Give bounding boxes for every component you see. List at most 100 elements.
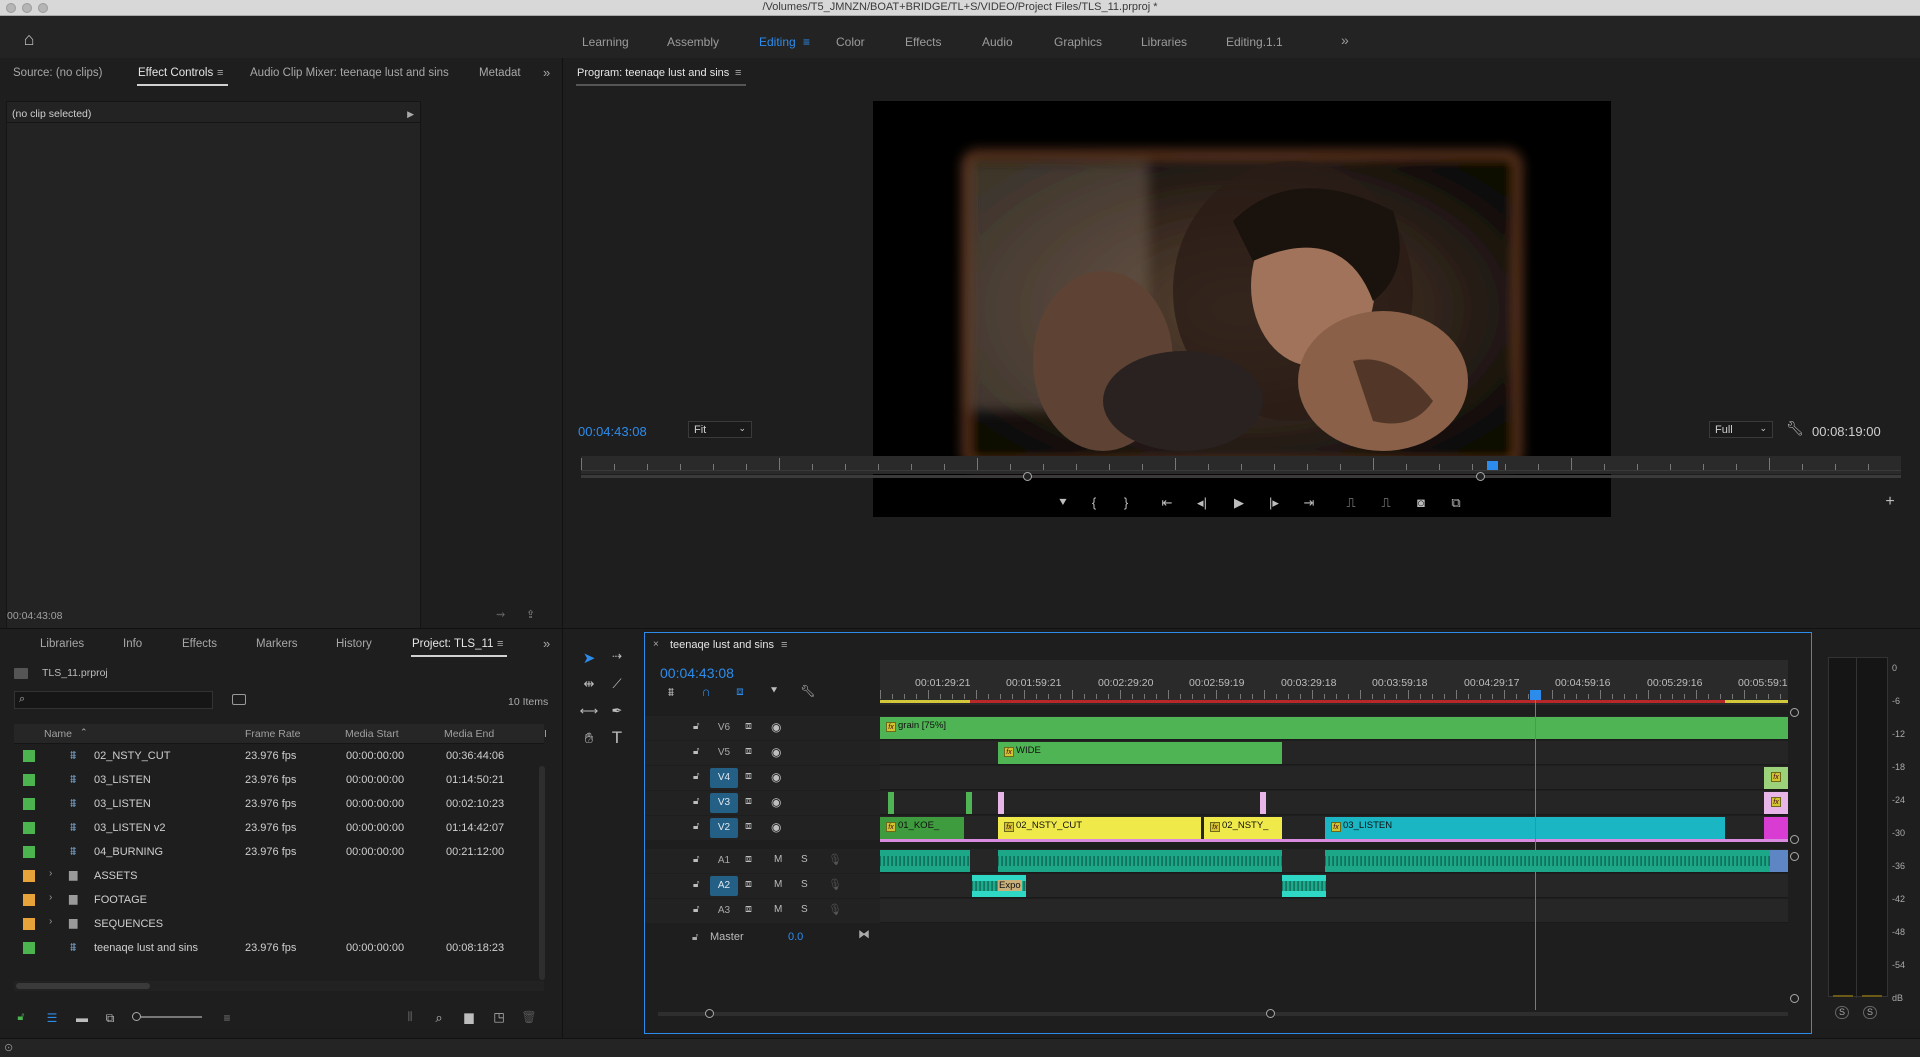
razor-icon[interactable]: ⟋ bbox=[607, 676, 627, 692]
new-item-icon[interactable]: ◳ bbox=[490, 1010, 508, 1024]
track-target-a2[interactable]: A2 bbox=[710, 876, 738, 896]
wrench-icon[interactable]: 🔧︎ bbox=[1786, 420, 1804, 437]
label-color-swatch[interactable] bbox=[23, 822, 35, 834]
lock-icon[interactable]: 🔓︎ bbox=[14, 1011, 28, 1024]
program-current-timecode[interactable]: 00:04:43:08 bbox=[578, 424, 647, 439]
project-sequence-row[interactable]: ⩩ 03_LISTEN v2 23.976 fps 00:00:00:00 01:14:… bbox=[14, 816, 544, 840]
solo-button[interactable]: S bbox=[801, 854, 808, 865]
eye-icon[interactable]: ◉ bbox=[771, 770, 781, 784]
search-input[interactable]: ⌕ bbox=[14, 691, 213, 709]
clip-a1-end[interactable] bbox=[1770, 850, 1788, 872]
pen-icon[interactable]: ✒ bbox=[607, 703, 627, 719]
col-name[interactable]: Name bbox=[44, 728, 72, 740]
lock-icon[interactable]: 🔓︎ bbox=[693, 746, 699, 757]
hand-icon[interactable]: ✋︎ bbox=[579, 730, 599, 747]
sync-lock-icon[interactable]: ⧈ bbox=[745, 903, 752, 916]
lock-icon[interactable]: 🔓︎ bbox=[693, 904, 699, 915]
lock-icon[interactable]: 🔓︎ bbox=[693, 721, 699, 732]
workspace-audio[interactable]: Audio bbox=[982, 35, 1013, 49]
clip-grain[interactable]: fx grain [75%] bbox=[880, 717, 1788, 739]
track-target-v6[interactable]: V6 bbox=[710, 718, 738, 738]
label-color-swatch[interactable] bbox=[23, 774, 35, 786]
play-icon[interactable]: ▶ bbox=[1228, 495, 1250, 511]
tab-libraries[interactable]: Libraries bbox=[40, 638, 84, 650]
nest-icon[interactable]: ⩩ bbox=[662, 685, 680, 700]
status-icon[interactable]: ⊙ bbox=[4, 1041, 13, 1054]
project-sequence-row[interactable]: ⩩ 02_NSTY_CUT 23.976 fps 00:00:00:00 00:36:4… bbox=[14, 744, 544, 768]
track-header-v3[interactable]: 🔓︎ V3 ⧈ ◉ bbox=[645, 791, 880, 815]
linked-selection-icon[interactable]: ⧈ bbox=[731, 684, 749, 699]
project-sequence-row[interactable]: ⩩ 04_BURNING 23.976 fps 00:00:00:00 00:21:12… bbox=[14, 840, 544, 864]
sync-lock-icon[interactable]: ⧈ bbox=[745, 820, 752, 833]
ripple-edit-tool-icon[interactable]: ⇹ bbox=[579, 676, 599, 692]
track-header-a2[interactable]: 🔓︎ A2 ⧈ M S 🎙︎ bbox=[645, 874, 880, 898]
track-target-v5[interactable]: V5 bbox=[710, 743, 738, 763]
clip-koe[interactable]: fx 01_KOE_ bbox=[880, 817, 964, 839]
mic-icon[interactable]: 🎙︎ bbox=[828, 853, 842, 866]
add-marker-icon[interactable]: ⯆ bbox=[1053, 495, 1073, 511]
comparison-view-icon[interactable]: ⧉ bbox=[1445, 495, 1467, 511]
menu-icon[interactable]: ≡ bbox=[803, 35, 810, 49]
track-select-tool-icon[interactable]: ⇢ bbox=[607, 649, 627, 663]
export-frame-icon[interactable]: ⇝ bbox=[496, 608, 505, 621]
tab-metadata[interactable]: Metadat bbox=[479, 67, 521, 79]
panel-overflow-icon[interactable]: » bbox=[543, 636, 550, 651]
mark-in-icon[interactable]: { bbox=[1084, 495, 1104, 510]
tab-sequence[interactable]: teenaqe lust and sins bbox=[670, 639, 774, 651]
clip-v3-end[interactable]: fx bbox=[1764, 792, 1788, 814]
timeline-playhead[interactable] bbox=[1530, 690, 1541, 700]
sync-lock-icon[interactable]: ⧈ bbox=[745, 795, 752, 808]
expand-chevron-icon[interactable]: › bbox=[49, 892, 52, 903]
extract-icon[interactable]: ⎍ bbox=[1375, 495, 1397, 511]
wrench-icon[interactable]: 🔧︎ bbox=[799, 684, 817, 698]
workspace-learning[interactable]: Learning bbox=[582, 35, 629, 49]
step-back-icon[interactable]: ◂| bbox=[1191, 495, 1213, 511]
find-icon[interactable]: ⌕ bbox=[430, 1010, 448, 1026]
track-target-v4[interactable]: V4 bbox=[710, 768, 738, 788]
magnet-icon[interactable]: ∩ bbox=[697, 684, 715, 699]
lock-icon[interactable]: 🔓︎ bbox=[693, 879, 699, 890]
label-color-swatch[interactable] bbox=[23, 942, 35, 954]
panel-overflow-icon[interactable]: » bbox=[543, 65, 550, 80]
selection-tool-icon[interactable]: ➤ bbox=[579, 649, 599, 667]
slip-tool-icon[interactable]: ⟷ bbox=[579, 703, 599, 719]
automate-to-sequence-icon[interactable]: ⫼ bbox=[401, 1011, 419, 1024]
project-bin-row[interactable]: ▆ › SEQUENCES bbox=[14, 912, 544, 936]
sync-lock-icon[interactable]: ⧈ bbox=[745, 853, 752, 866]
timeline-timecode[interactable]: 00:04:43:08 bbox=[660, 665, 734, 681]
track-header-v4[interactable]: 🔓︎ V4 ⧈ ◉ bbox=[645, 766, 880, 790]
menu-icon[interactable]: ≡ bbox=[217, 67, 223, 79]
workspace-graphics[interactable]: Graphics bbox=[1054, 35, 1102, 49]
sync-lock-icon[interactable]: ⧈ bbox=[745, 745, 752, 758]
track-target-v3[interactable]: V3 bbox=[710, 793, 738, 813]
expand-arrow-icon[interactable]: ▶ bbox=[407, 109, 414, 120]
clip-expo[interactable]: Expo bbox=[972, 875, 1026, 897]
sync-lock-icon[interactable]: ⧈ bbox=[745, 770, 752, 783]
lock-icon[interactable]: 🔓︎ bbox=[693, 854, 699, 865]
program-monitor-title[interactable]: Program: teenaqe lust and sins bbox=[577, 67, 729, 79]
mute-button[interactable]: M bbox=[774, 879, 782, 890]
clip-wide[interactable]: fx WIDE bbox=[998, 742, 1282, 764]
label-color-swatch[interactable] bbox=[23, 798, 35, 810]
track-header-a3[interactable]: 🔓︎ A3 ⧈ M S 🎙︎ bbox=[645, 899, 880, 923]
trash-icon[interactable]: 🗑︎ bbox=[520, 1010, 538, 1024]
sort-ascending-icon[interactable]: ⌃ bbox=[80, 727, 88, 738]
tab-markers[interactable]: Markers bbox=[256, 638, 298, 650]
track-header-v6[interactable]: 🔓︎ V6 ⧈ ◉ bbox=[645, 716, 880, 740]
zoom-slider[interactable] bbox=[132, 1012, 202, 1021]
clip-a1-b[interactable] bbox=[998, 850, 1282, 872]
track-target-v2[interactable]: V2 bbox=[710, 818, 738, 838]
tab-history[interactable]: History bbox=[336, 638, 372, 650]
clip-a1-c[interactable] bbox=[1325, 850, 1770, 872]
project-sequence-row[interactable]: ⩩ 03_LISTEN 23.976 fps 00:00:00:00 01:14:50:… bbox=[14, 768, 544, 792]
clip-v2-end[interactable] bbox=[1764, 817, 1788, 839]
lift-icon[interactable]: ⎍ bbox=[1340, 495, 1362, 511]
lock-icon[interactable]: 🔓︎ bbox=[693, 821, 699, 832]
camera-icon[interactable]: ◙ bbox=[1410, 495, 1432, 510]
workspaces-overflow-icon[interactable]: » bbox=[1341, 32, 1349, 48]
solo-button[interactable]: S bbox=[801, 879, 808, 890]
type-icon[interactable]: T bbox=[607, 728, 627, 748]
tab-effect-controls[interactable]: Effect Controls bbox=[138, 67, 213, 79]
clip-nsty-2[interactable]: fx 02_NSTY_ bbox=[1204, 817, 1282, 839]
zoom-scrollbar[interactable] bbox=[581, 472, 1901, 481]
